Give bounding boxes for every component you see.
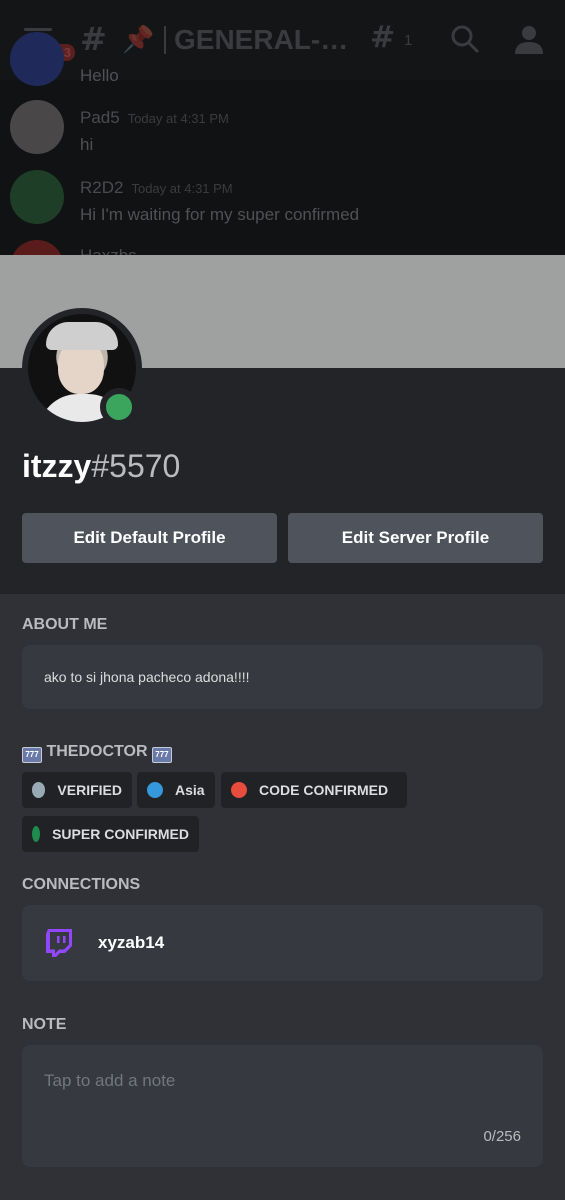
roles-section-title: 777 THEDOCTOR 777 bbox=[22, 743, 172, 763]
profile-sheet: itzzy#5570 Edit Default Profile Edit Ser… bbox=[0, 255, 565, 1200]
profile-header: itzzy#5570 Edit Default Profile Edit Ser… bbox=[0, 308, 565, 594]
connections-title: CONNECTIONS bbox=[22, 876, 141, 893]
edit-default-profile-button[interactable]: Edit Default Profile bbox=[22, 513, 277, 563]
slot-machine-icon: 777 bbox=[22, 747, 42, 763]
discriminator: #5570 bbox=[91, 448, 181, 484]
slot-machine-icon: 777 bbox=[151, 747, 172, 763]
message-text: hi bbox=[80, 135, 94, 154]
avatar[interactable] bbox=[10, 100, 64, 154]
role-color-dot bbox=[231, 782, 247, 798]
role-color-dot bbox=[147, 782, 163, 798]
avatar[interactable] bbox=[10, 32, 64, 86]
about-me-title: ABOUT ME bbox=[22, 616, 108, 633]
role-label: Asia bbox=[175, 782, 205, 798]
role-code-confirmed[interactable]: CODE CONFIRMED bbox=[221, 772, 407, 808]
role-color-dot bbox=[32, 826, 41, 842]
connection-twitch[interactable]: xyzab14 bbox=[22, 905, 543, 981]
note-title: NOTE bbox=[22, 1016, 67, 1033]
role-super-confirmed[interactable]: SUPER CONFIRMED bbox=[22, 816, 199, 852]
message-author[interactable]: R2D2 bbox=[80, 178, 123, 197]
connection-username: xyzab14 bbox=[98, 933, 165, 952]
twitch-icon bbox=[46, 929, 72, 957]
role-label: CODE CONFIRMED bbox=[259, 782, 389, 798]
about-me-text: ako to si jhona pacheco adona!!!! bbox=[44, 669, 250, 685]
message-text: Hi I'm waiting for my super confirmed bbox=[80, 205, 360, 224]
role-asia[interactable]: Asia bbox=[137, 772, 215, 808]
avatar[interactable] bbox=[10, 170, 64, 224]
role-label: SUPER CONFIRMED bbox=[52, 826, 189, 842]
role-color-dot bbox=[32, 782, 46, 798]
note-input[interactable]: Tap to add a note 0/256 bbox=[22, 1045, 543, 1167]
about-me-card: ako to si jhona pacheco adona!!!! bbox=[22, 645, 543, 709]
profile-username: itzzy#5570 bbox=[22, 448, 180, 485]
username: itzzy bbox=[22, 448, 92, 484]
online-status-indicator bbox=[100, 388, 138, 426]
message-text: Hello bbox=[80, 66, 119, 85]
message-timestamp: Today at 4:31 PM bbox=[131, 181, 233, 196]
note-placeholder: Tap to add a note bbox=[44, 1071, 176, 1090]
edit-server-profile-button[interactable]: Edit Server Profile bbox=[288, 513, 543, 563]
message-author[interactable]: Pad5 bbox=[80, 108, 120, 127]
role-verified[interactable]: VERIFIED bbox=[22, 772, 132, 808]
message[interactable]: R2D2 Today at 4:31 PM Hi I'm waiting for … bbox=[0, 170, 565, 240]
server-name: THEDOCTOR bbox=[46, 743, 148, 760]
message-timestamp: Today at 4:31 PM bbox=[127, 111, 229, 126]
message[interactable]: Pad5 Today at 4:31 PM hi bbox=[0, 100, 565, 170]
note-char-counter: 0/256 bbox=[483, 1128, 521, 1145]
role-label: VERIFIED bbox=[57, 782, 122, 798]
